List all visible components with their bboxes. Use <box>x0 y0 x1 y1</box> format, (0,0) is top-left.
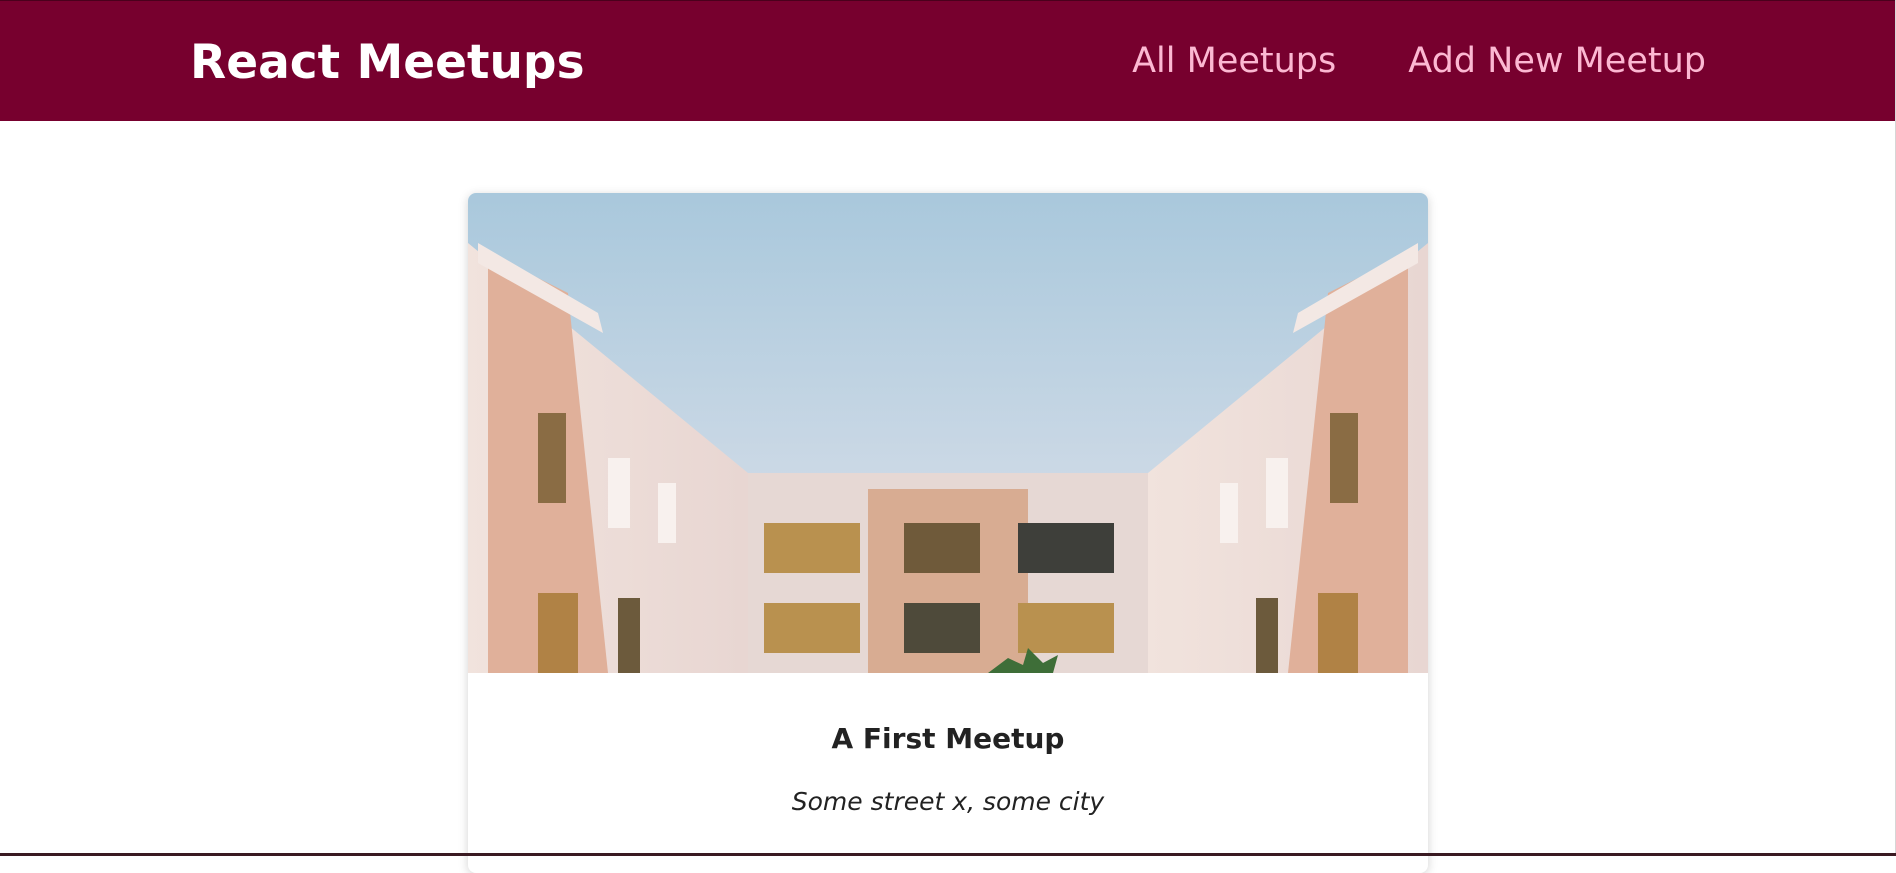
nav-link-all-meetups[interactable]: All Meetups <box>1132 39 1336 83</box>
main-navigation: All Meetups Add New Meetup <box>1132 39 1706 83</box>
meetup-title: A First Meetup <box>831 722 1065 755</box>
meetup-card: A First Meetup Some street x, some city <box>468 193 1428 873</box>
main-header: React Meetups All Meetups Add New Meetup <box>0 0 1896 121</box>
meetup-image <box>468 193 1428 673</box>
nav-link-add-new-meetup[interactable]: Add New Meetup <box>1408 39 1706 83</box>
app-logo: React Meetups <box>190 35 585 90</box>
meetup-address: Some street x, some city <box>791 787 1105 816</box>
